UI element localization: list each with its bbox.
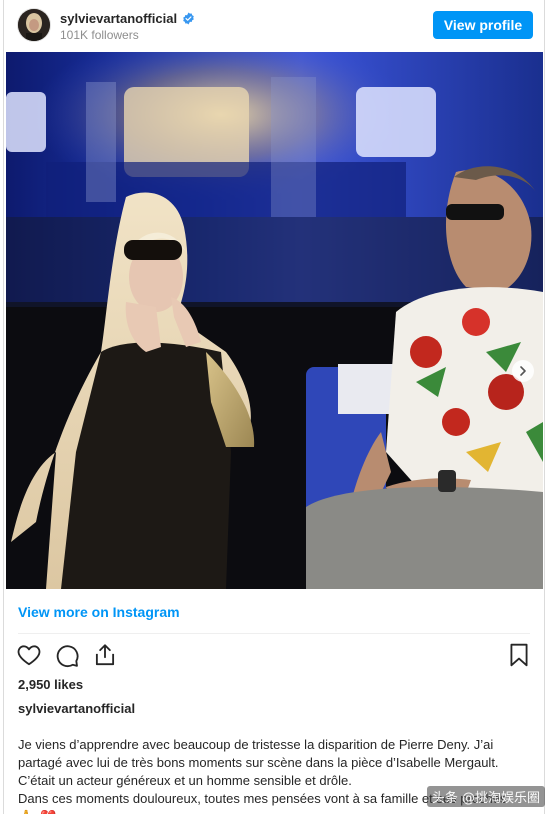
divider [18, 633, 530, 634]
follower-count: 101K followers [60, 28, 139, 42]
view-more-link[interactable]: View more on Instagram [18, 604, 180, 620]
avatar[interactable] [18, 9, 50, 41]
praying-hands-emoji: 🙏 [18, 808, 34, 814]
caption-username[interactable]: sylvievartanofficial [18, 701, 135, 716]
caption-emojis: 🙏 💔 [18, 808, 534, 814]
verified-badge-icon [183, 12, 194, 25]
chevron-right-icon [520, 366, 526, 376]
username[interactable]: sylvievartanofficial [60, 11, 195, 26]
view-profile-button[interactable]: View profile [433, 11, 533, 39]
avatar-image [18, 9, 50, 41]
comment-bubble-icon[interactable] [54, 642, 80, 668]
post-photo[interactable] [6, 52, 543, 589]
action-bar [16, 642, 118, 668]
watermark: 头条 @挑淘娱乐圈 [426, 786, 545, 807]
bookmark-icon[interactable] [506, 642, 532, 668]
instagram-embed: sylvievartanofficial 101K followers View… [3, 0, 545, 814]
caption-paragraph-1: Je viens d’apprendre avec beaucoup de tr… [18, 737, 499, 788]
post-header: sylvievartanofficial 101K followers View… [4, 0, 544, 52]
broken-heart-emoji: 💔 [40, 808, 56, 814]
heart-icon[interactable] [16, 642, 42, 668]
share-icon[interactable] [92, 642, 118, 668]
like-count[interactable]: 2,950 likes [18, 677, 83, 692]
stage-photo [6, 52, 543, 589]
next-photo-button[interactable] [512, 360, 534, 382]
username-text[interactable]: sylvievartanofficial [60, 11, 177, 26]
